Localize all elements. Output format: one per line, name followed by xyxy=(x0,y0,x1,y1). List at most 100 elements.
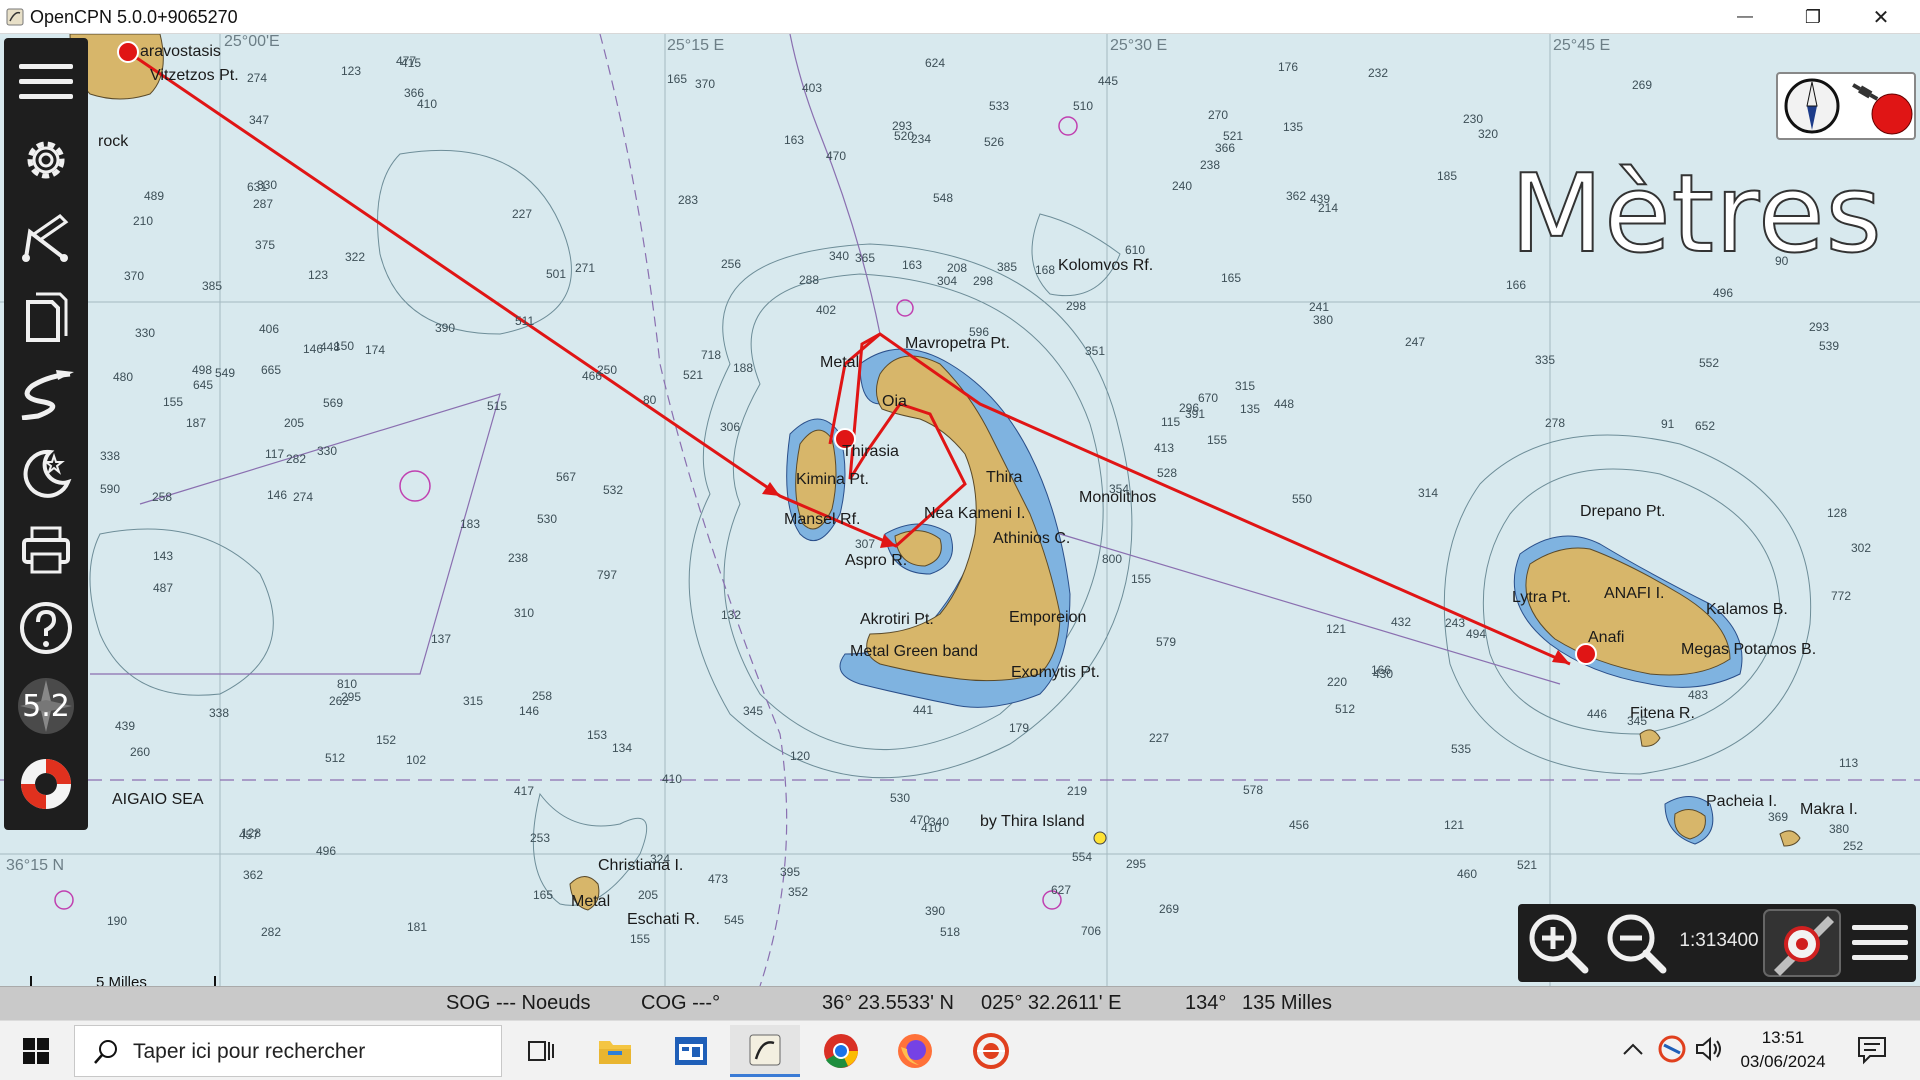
chrome-taskbar-button[interactable] xyxy=(806,1025,876,1077)
opencpn-taskbar-button[interactable] xyxy=(730,1025,800,1077)
control-panel-taskbar-button[interactable] xyxy=(656,1025,726,1077)
task-view-icon xyxy=(528,1041,554,1061)
depth-sounding: 362 xyxy=(243,868,263,882)
notifications-button[interactable] xyxy=(1856,1035,1888,1065)
depth-sounding: 302 xyxy=(1851,541,1871,555)
depth-sounding: 445 xyxy=(1098,74,1118,88)
depth-sounding: 578 xyxy=(1243,783,1263,797)
task-view-button[interactable] xyxy=(506,1025,576,1077)
route-manager-button[interactable] xyxy=(16,208,76,268)
depth-sounding: 152 xyxy=(376,733,396,747)
main-menu-button[interactable] xyxy=(16,52,76,112)
depth-sounding: 800 xyxy=(1102,552,1122,566)
depth-sounding: 520 xyxy=(894,129,914,143)
depth-sounding: 132 xyxy=(721,608,741,622)
cog-readout: COG ---° xyxy=(641,992,721,1014)
tray-overflow-button[interactable] xyxy=(1620,1037,1646,1063)
security-app-taskbar-button[interactable] xyxy=(956,1025,1026,1077)
print-button[interactable] xyxy=(16,520,76,580)
light-buoy-marker xyxy=(1093,831,1107,845)
depth-sounding: 340 xyxy=(929,815,949,829)
depth-sounding: 354 xyxy=(1109,482,1129,496)
depth-sounding: 121 xyxy=(1444,818,1464,832)
depth-sounding: 238 xyxy=(1200,158,1220,172)
volume-button[interactable] xyxy=(1694,1035,1724,1063)
depth-sounding: 295 xyxy=(341,690,361,704)
man-overboard-button[interactable] xyxy=(16,754,76,814)
depth-sounding: 489 xyxy=(144,189,164,203)
depth-sounding: 567 xyxy=(556,470,576,484)
restore-icon: ❐ xyxy=(1804,6,1822,27)
hamburger-icon xyxy=(19,64,73,99)
depth-sounding: 521 xyxy=(1517,858,1537,872)
svg-text:Metal: Metal xyxy=(571,893,610,910)
compass-icon xyxy=(1784,78,1913,135)
depth-sounding: 496 xyxy=(1713,286,1733,300)
depth-sounding: 338 xyxy=(209,706,229,720)
depth-sounding: 512 xyxy=(325,751,345,765)
night-mode-button[interactable] xyxy=(16,442,76,502)
depth-sounding: 496 xyxy=(316,844,336,858)
depth-sounding: 310 xyxy=(514,606,534,620)
depth-sounding: 457 xyxy=(239,828,259,842)
depth-sounding: 123 xyxy=(308,268,328,282)
zoom-out-button[interactable] xyxy=(1596,910,1676,976)
depth-sounding: 417 xyxy=(514,784,534,798)
depth-sounding: 91 xyxy=(1661,417,1675,431)
svg-text:Mansel Rf.: Mansel Rf. xyxy=(784,511,860,528)
depth-sounding: 501 xyxy=(546,267,566,281)
depth-sounding: 143 xyxy=(153,549,173,563)
close-button[interactable]: ✕ xyxy=(1852,0,1910,34)
nautical-chart-canvas[interactable]: 25°00'E 25°15 E 25°30 E 25°45 E 36°15 N … xyxy=(0,34,1920,986)
compass-gps-widget[interactable] xyxy=(1776,72,1916,140)
depth-sounding: 282 xyxy=(286,452,306,466)
depth-sounding: 345 xyxy=(1627,714,1647,728)
depth-sounding: 324 xyxy=(650,852,670,866)
security-app-icon xyxy=(973,1033,1009,1069)
tracks-button[interactable] xyxy=(16,364,76,424)
depth-sounding: 240 xyxy=(1172,179,1192,193)
depth-sounding: 579 xyxy=(1156,635,1176,649)
maximize-button[interactable]: ❐ xyxy=(1784,0,1842,34)
tray-app-button[interactable] xyxy=(1658,1035,1686,1063)
depth-sounding: 352 xyxy=(788,885,808,899)
depth-sounding: 146 xyxy=(267,488,287,502)
svg-text:Aspro R.: Aspro R. xyxy=(845,552,907,569)
settings-button[interactable] xyxy=(16,130,76,190)
depth-sounding: 168 xyxy=(1035,263,1055,277)
depth-sounding: 494 xyxy=(1466,627,1486,641)
depth-sounding: 320 xyxy=(1478,127,1498,141)
follow-route-button[interactable] xyxy=(1762,908,1842,978)
depth-sounding: 230 xyxy=(1463,112,1483,126)
moon-star-icon xyxy=(23,449,72,498)
depth-sounding: 510 xyxy=(1073,99,1093,113)
depth-sounding: 810 xyxy=(337,677,357,691)
depth-sounding: 274 xyxy=(247,71,267,85)
file-explorer-taskbar-button[interactable] xyxy=(580,1025,650,1077)
firefox-taskbar-button[interactable] xyxy=(880,1025,950,1077)
minimize-button[interactable]: — xyxy=(1716,0,1774,34)
start-button[interactable] xyxy=(14,1033,58,1069)
layers-button[interactable] xyxy=(16,286,76,346)
help-button[interactable] xyxy=(16,598,76,658)
depth-sounding: 163 xyxy=(784,133,804,147)
sog-readout: SOG --- Noeuds xyxy=(446,992,591,1014)
chart-scale-readout[interactable]: 1:313400 xyxy=(1676,930,1762,952)
depth-sounding: 115 xyxy=(1161,415,1180,429)
depth-sounding: 338 xyxy=(100,449,120,463)
notification-icon xyxy=(1858,1037,1886,1065)
depth-sounding: 205 xyxy=(284,416,304,430)
depth-sounding: 282 xyxy=(261,925,281,939)
close-icon: ✕ xyxy=(1872,6,1890,29)
depth-sounding: 314 xyxy=(1418,486,1438,500)
zoom-in-button[interactable] xyxy=(1518,910,1598,976)
chart-menu-button[interactable] xyxy=(1844,910,1916,976)
about-version-button[interactable]: 5.2 xyxy=(16,676,76,736)
depth-sounding: 271 xyxy=(575,261,595,275)
depth-sounding: 155 xyxy=(630,932,650,946)
taskbar-search[interactable]: Taper ici pour rechercher xyxy=(74,1025,502,1077)
zoom-toolbar: 1:313400 xyxy=(1518,904,1916,982)
svg-text:Kalamos B.: Kalamos B. xyxy=(1706,601,1788,618)
depth-sounding: 498 xyxy=(192,363,212,377)
depth-sounding: 121 xyxy=(1326,622,1346,636)
